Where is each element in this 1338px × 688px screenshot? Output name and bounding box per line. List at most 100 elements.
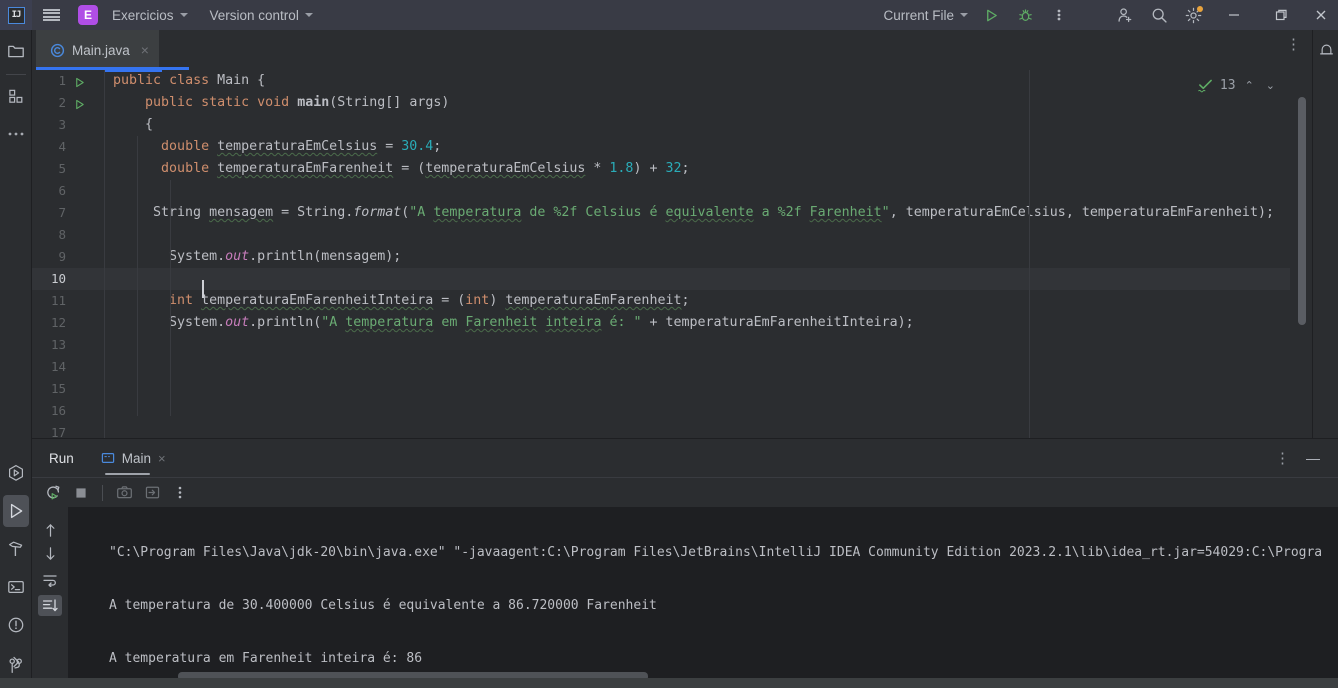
sidebar-item-problems[interactable]: [0, 606, 32, 644]
close-icon[interactable]: ×: [141, 42, 149, 58]
inspection-ok-icon: [1197, 79, 1212, 93]
java-class-icon: [50, 43, 65, 57]
more-actions-button[interactable]: [1042, 0, 1076, 30]
code-line: public class Main {: [113, 73, 266, 88]
chevron-down-icon: [960, 13, 968, 17]
more-options-icon: [1057, 9, 1061, 21]
scroll-down-button[interactable]: [32, 542, 68, 565]
ide-window: IJ E Exercicios Version control Current …: [0, 0, 1338, 688]
run-panel-title: Run: [49, 450, 74, 466]
console-output-area[interactable]: "C:\Program Files\Java\jdk-20\bin\java.e…: [32, 507, 1338, 688]
code-line: String mensagem = String.format("A tempe…: [153, 205, 1274, 220]
code-editor[interactable]: 1 2 3 4 5 6 7 8 9 10 11 12 13 14 15 16 1…: [32, 70, 1312, 438]
hammer-icon: [8, 541, 23, 556]
code-content[interactable]: public class Main { public static void m…: [105, 70, 1312, 438]
text-caret: [202, 280, 204, 298]
project-name-label: Exercicios: [112, 7, 174, 23]
minimize-window-button[interactable]: [1210, 0, 1257, 30]
editor-vertical-scrollbar[interactable]: [1290, 70, 1312, 438]
inspection-next-button[interactable]: ⌄: [1263, 79, 1278, 92]
rerun-button[interactable]: [40, 481, 66, 505]
gutter-row: 1: [32, 70, 105, 92]
warning-circle-icon: [8, 617, 24, 633]
chevron-down-icon: [179, 13, 188, 17]
console-gutter: [32, 507, 68, 688]
more-vertical-icon: [178, 486, 182, 499]
scroll-up-button[interactable]: [32, 519, 68, 542]
sidebar-item-more[interactable]: [0, 115, 32, 153]
run-panel-options-button[interactable]: ⋮: [1275, 451, 1290, 466]
run-panel-minimize-button[interactable]: —: [1292, 450, 1328, 466]
folder-icon: [8, 45, 24, 58]
gutter-row: 16: [32, 400, 105, 422]
console-line: A temperatura em Farenheit inteira é: 86: [109, 651, 423, 666]
sidebar-item-run[interactable]: [0, 492, 32, 530]
arrow-down-icon: [46, 547, 54, 560]
indent-guide: [137, 136, 138, 416]
line-number: 8: [58, 227, 66, 242]
run-more-button[interactable]: [167, 481, 193, 505]
gutter-row: 4: [32, 136, 105, 158]
maximize-window-button[interactable]: [1257, 0, 1304, 30]
run-tool-window: Run Main × ⋮ — "C:\Program Files\Java\jd…: [32, 438, 1338, 688]
intellij-logo-icon: IJ: [7, 6, 25, 24]
line-number: 14: [50, 359, 66, 374]
line-number: 12: [50, 315, 66, 330]
console-text[interactable]: "C:\Program Files\Java\jdk-20\bin\java.e…: [68, 507, 1338, 688]
export-button[interactable]: [139, 481, 165, 505]
code-line-current: [105, 268, 1312, 290]
run-line-marker-icon[interactable]: [74, 75, 85, 93]
code-with-me-button[interactable]: [1108, 0, 1142, 30]
stop-button[interactable]: [68, 481, 94, 505]
search-icon: [1152, 8, 1167, 23]
close-icon[interactable]: ×: [158, 451, 166, 466]
run-tab-main[interactable]: Main ×: [101, 439, 166, 477]
scrollbar-thumb[interactable]: [1298, 97, 1306, 325]
sidebar-item-services[interactable]: [0, 454, 32, 492]
project-selector[interactable]: Exercicios: [106, 4, 194, 26]
debug-button[interactable]: [1008, 0, 1042, 30]
line-number: 11: [50, 293, 66, 308]
sidebar-item-project[interactable]: [0, 30, 32, 72]
close-window-button[interactable]: [1304, 0, 1338, 30]
chevron-down-icon: [304, 13, 313, 17]
code-line: System.out.println(mensagem);: [169, 249, 402, 264]
editor-tab-strip: Main.java × ⋮: [32, 30, 1312, 70]
soft-wrap-button[interactable]: [32, 568, 68, 591]
add-user-icon: [1117, 7, 1131, 22]
editor-gutter[interactable]: 1 2 3 4 5 6 7 8 9 10 11 12 13 14 15 16 1…: [32, 70, 105, 438]
inspection-widget[interactable]: 13 ⌃ ⌄: [1197, 78, 1278, 93]
settings-button[interactable]: [1176, 0, 1210, 30]
version-control-widget[interactable]: Version control: [204, 4, 319, 26]
screenshot-button[interactable]: [111, 481, 137, 505]
gutter-row: 7: [32, 202, 105, 224]
main-menu-button[interactable]: [32, 0, 70, 30]
scroll-to-end-button[interactable]: [32, 594, 68, 617]
run-button[interactable]: [974, 0, 1008, 30]
debug-icon: [1018, 9, 1032, 21]
services-icon: [9, 464, 23, 481]
notifications-button[interactable]: [1313, 30, 1338, 70]
run-panel-header: Run Main × ⋮ —: [32, 439, 1338, 477]
search-everywhere-button[interactable]: [1142, 0, 1176, 30]
sidebar-item-structure[interactable]: [0, 77, 32, 115]
console-icon: [101, 453, 114, 463]
gutter-row: 3: [32, 114, 105, 136]
sidebar-item-build[interactable]: [0, 530, 32, 568]
line-number: 2: [58, 95, 66, 110]
gutter-row: 17: [32, 422, 105, 438]
gutter-row: 8: [32, 224, 105, 246]
gutter-row: 11: [32, 290, 105, 312]
code-line: double temperaturaEmCelsius = 30.4;: [161, 139, 442, 154]
inspection-prev-button[interactable]: ⌃: [1242, 79, 1257, 92]
sidebar-item-terminal[interactable]: [0, 568, 32, 606]
run-configuration-selector[interactable]: Current File: [877, 4, 974, 26]
terminal-icon: [8, 580, 24, 594]
editor-tab-options-button[interactable]: ⋮: [1286, 37, 1301, 52]
run-triangle-icon: [10, 503, 23, 519]
run-line-marker-icon[interactable]: [74, 97, 85, 115]
editor-tab-main-java[interactable]: Main.java ×: [36, 30, 159, 70]
app-logo: IJ: [0, 0, 32, 30]
